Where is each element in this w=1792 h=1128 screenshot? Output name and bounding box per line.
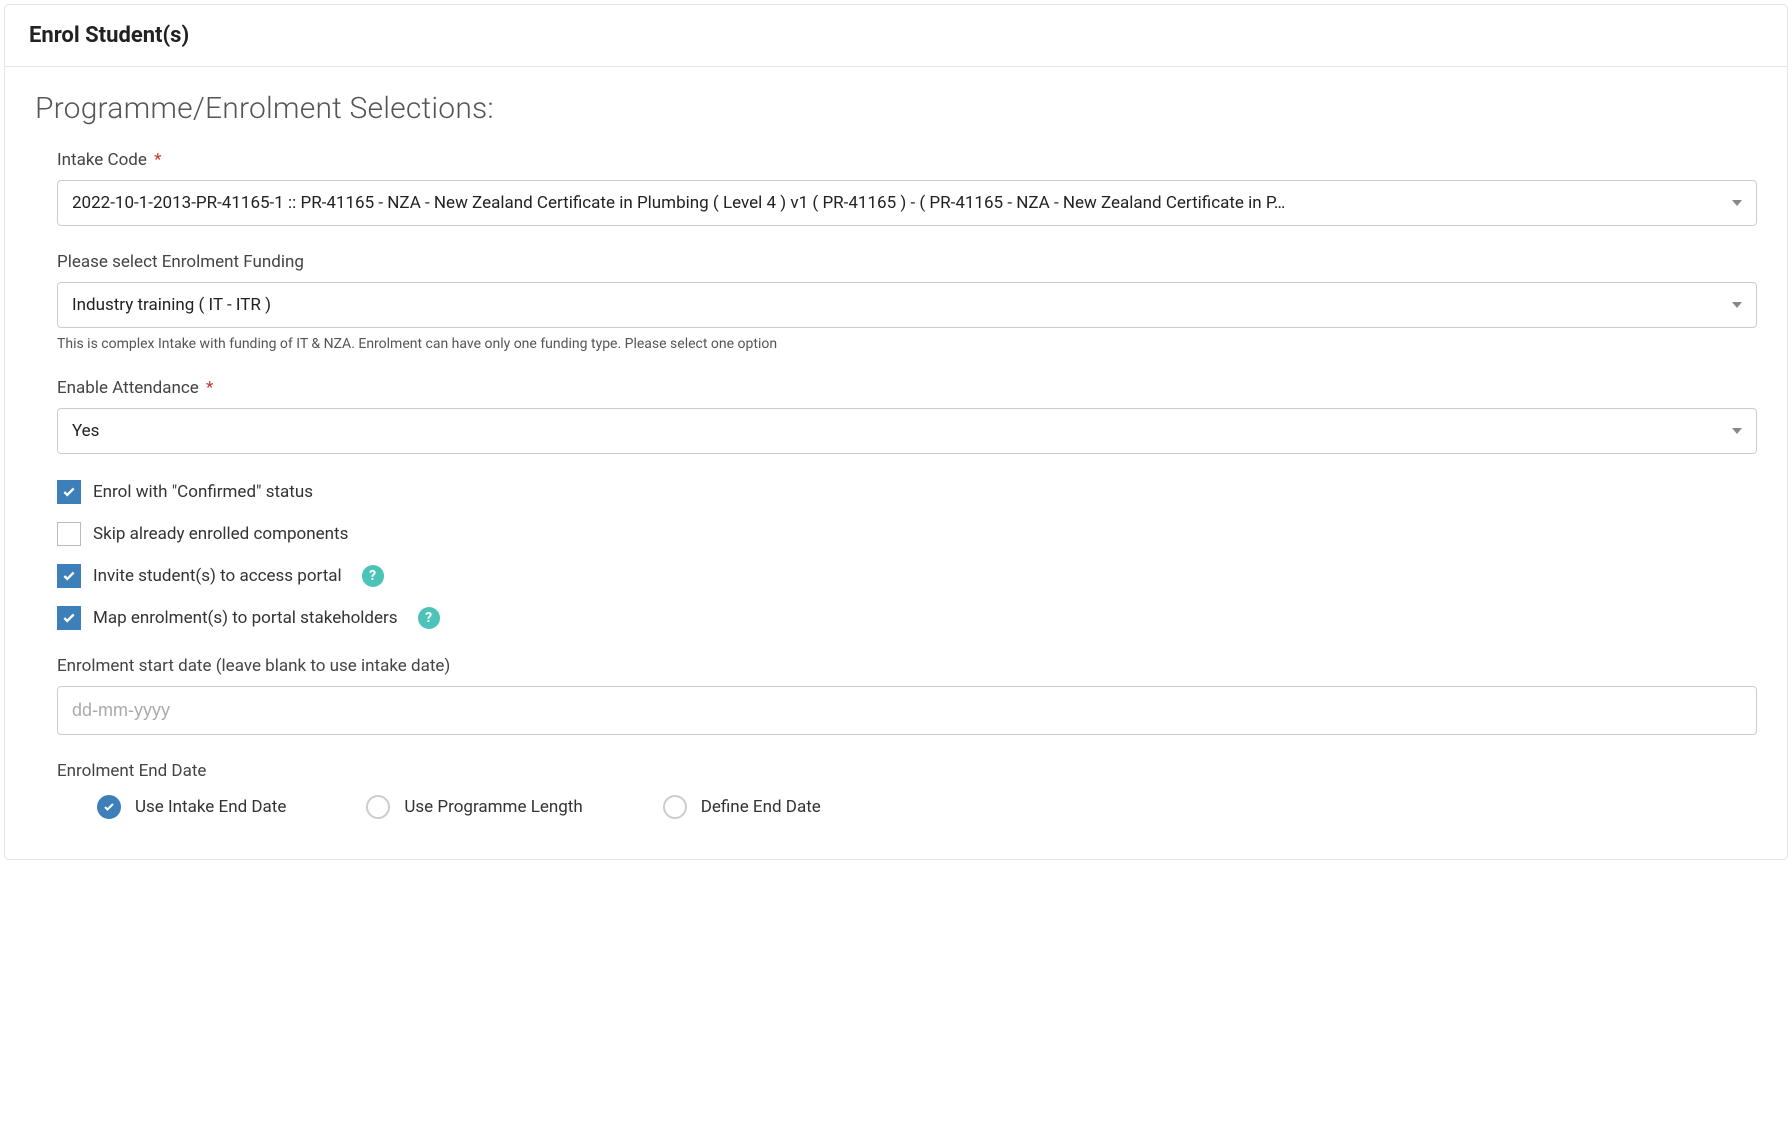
funding-label: Please select Enrolment Funding: [57, 252, 1757, 272]
use-intake-end-date-option[interactable]: Use Intake End Date: [97, 795, 286, 819]
map-stakeholders-checkbox[interactable]: [57, 606, 81, 630]
end-date-group: Enrolment End Date Use Intake End Date U…: [35, 761, 1757, 819]
intake-code-label-text: Intake Code: [57, 150, 147, 170]
check-icon: [62, 485, 76, 499]
funding-help-text: This is complex Intake with funding of I…: [57, 336, 1757, 352]
funding-value: Industry training ( IT - ITR ): [72, 295, 271, 315]
required-star: *: [154, 150, 161, 170]
attendance-label: Enable Attendance *: [57, 378, 1757, 398]
intake-code-label: Intake Code *: [57, 150, 1757, 170]
page-title: Enrol Student(s): [29, 23, 1763, 48]
define-end-date-option[interactable]: Define End Date: [663, 795, 821, 819]
start-date-group: Enrolment start date (leave blank to use…: [35, 656, 1757, 735]
chevron-down-icon: [1732, 302, 1742, 308]
chevron-down-icon: [1732, 428, 1742, 434]
help-icon[interactable]: ?: [362, 565, 384, 587]
attendance-select[interactable]: Yes: [57, 408, 1757, 454]
confirmed-status-label: Enrol with "Confirmed" status: [93, 482, 313, 502]
help-icon[interactable]: ?: [418, 607, 440, 629]
invite-portal-checkbox[interactable]: [57, 564, 81, 588]
card-header: Enrol Student(s): [5, 5, 1787, 67]
invite-portal-row: Invite student(s) to access portal ?: [35, 564, 1757, 588]
check-icon: [103, 801, 115, 813]
use-programme-length-label: Use Programme Length: [404, 797, 582, 817]
use-programme-length-option[interactable]: Use Programme Length: [366, 795, 582, 819]
end-date-radio-row: Use Intake End Date Use Programme Length…: [57, 795, 1757, 819]
skip-enrolled-row: Skip already enrolled components: [35, 522, 1757, 546]
start-date-input[interactable]: [57, 686, 1757, 735]
check-icon: [62, 611, 76, 625]
attendance-value: Yes: [72, 421, 99, 441]
attendance-label-text: Enable Attendance: [57, 378, 199, 398]
confirmed-status-checkbox[interactable]: [57, 480, 81, 504]
check-icon: [62, 569, 76, 583]
use-intake-end-date-label: Use Intake End Date: [135, 797, 286, 817]
invite-portal-label: Invite student(s) to access portal: [93, 566, 342, 586]
funding-select[interactable]: Industry training ( IT - ITR ): [57, 282, 1757, 328]
intake-code-group: Intake Code * 2022-10-1-2013-PR-41165-1 …: [35, 150, 1757, 226]
intake-code-value: 2022-10-1-2013-PR-41165-1 :: PR-41165 - …: [72, 193, 1285, 213]
funding-group: Please select Enrolment Funding Industry…: [35, 252, 1757, 352]
card-body: Programme/Enrolment Selections: Intake C…: [5, 67, 1787, 859]
define-end-date-label: Define End Date: [701, 797, 821, 817]
start-date-label: Enrolment start date (leave blank to use…: [57, 656, 1757, 676]
checkbox-block: Enrol with "Confirmed" status Skip alrea…: [35, 480, 1757, 630]
section-title: Programme/Enrolment Selections:: [35, 91, 1757, 126]
intake-code-select[interactable]: 2022-10-1-2013-PR-41165-1 :: PR-41165 - …: [57, 180, 1757, 226]
define-end-date-radio: [663, 795, 687, 819]
map-stakeholders-row: Map enrolment(s) to portal stakeholders …: [35, 606, 1757, 630]
use-programme-length-radio: [366, 795, 390, 819]
map-stakeholders-label: Map enrolment(s) to portal stakeholders: [93, 608, 398, 628]
chevron-down-icon: [1732, 200, 1742, 206]
required-star: *: [206, 378, 213, 398]
end-date-label: Enrolment End Date: [57, 761, 1757, 781]
enrol-students-card: Enrol Student(s) Programme/Enrolment Sel…: [4, 4, 1788, 860]
confirmed-status-row: Enrol with "Confirmed" status: [35, 480, 1757, 504]
skip-enrolled-label: Skip already enrolled components: [93, 524, 348, 544]
attendance-group: Enable Attendance * Yes: [35, 378, 1757, 454]
use-intake-end-date-radio: [97, 795, 121, 819]
skip-enrolled-checkbox[interactable]: [57, 522, 81, 546]
